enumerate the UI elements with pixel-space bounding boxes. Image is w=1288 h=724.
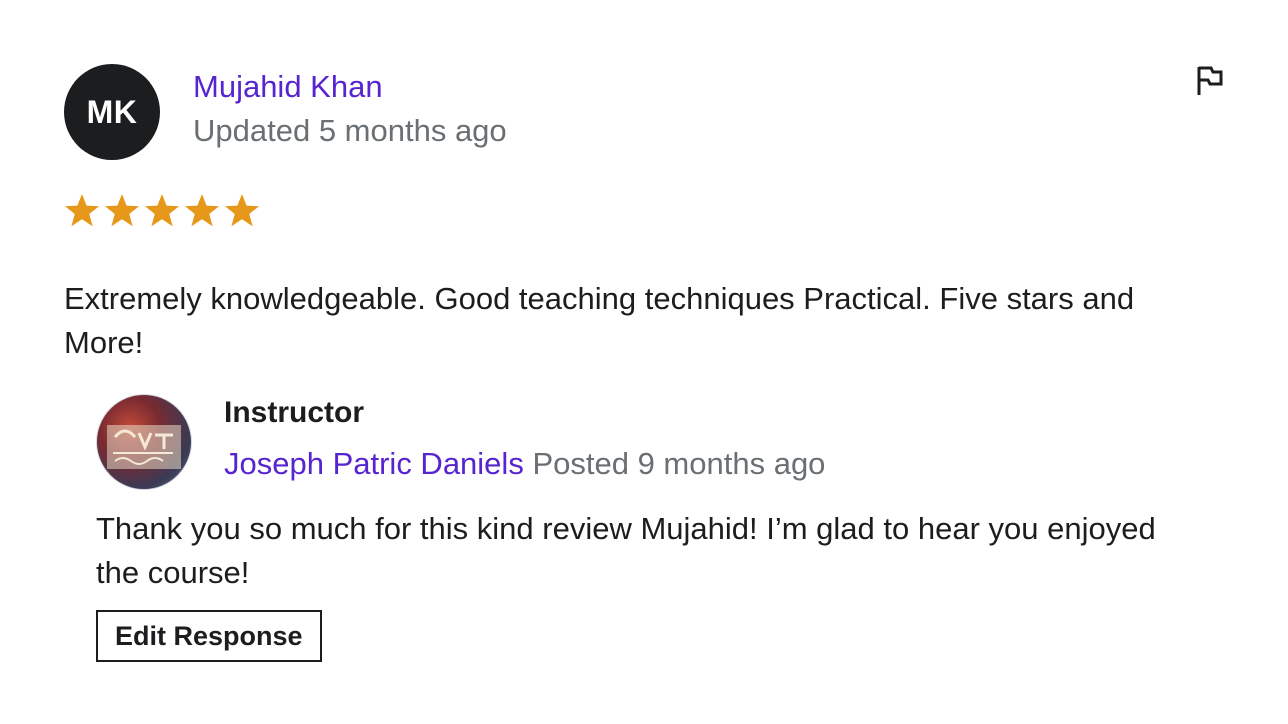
response-text: Thank you so much for this kind review M… — [96, 511, 1156, 590]
star-filled-icon — [145, 194, 179, 227]
reviewer-name[interactable]: Mujahid Khan — [193, 69, 383, 105]
review-text: Extremely knowledgeable. Good teaching t… — [64, 281, 1135, 360]
review-updated-time: Updated 5 months ago — [193, 113, 507, 148]
star-filled-icon — [225, 194, 259, 227]
instructor-byline: Joseph Patric Daniels Posted 9 months ag… — [224, 446, 825, 482]
avatar-initials: MK — [86, 93, 138, 130]
star-filled-icon — [185, 194, 219, 227]
instructor-avatar — [96, 394, 192, 490]
edit-response-button[interactable]: Edit Response — [96, 610, 322, 662]
flag-icon[interactable] — [1194, 64, 1226, 98]
reviewer-avatar: MK — [64, 64, 160, 160]
instructor-role-label: Instructor — [224, 396, 365, 429]
star-rating — [64, 192, 260, 230]
star-filled-icon — [105, 194, 139, 227]
star-filled-icon — [65, 194, 99, 227]
response-posted-time: Posted 9 months ago — [532, 446, 826, 481]
instructor-name-link[interactable]: Joseph Patric Daniels — [224, 446, 524, 481]
